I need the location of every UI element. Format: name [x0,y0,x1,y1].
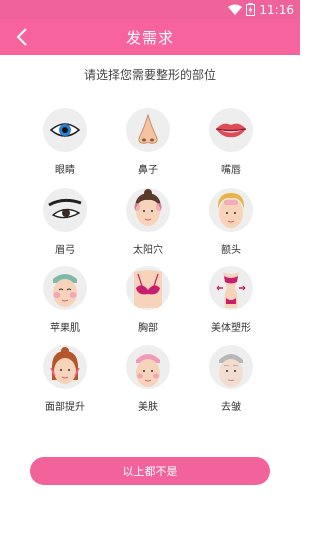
forehead-icon [209,188,253,232]
part-nose[interactable]: 鼻子 [113,108,183,176]
eyebrow-icon [43,188,87,232]
temple-icon [126,188,170,232]
part-lips[interactable]: 嘴唇 [196,108,266,176]
body-shaping-icon [209,266,253,310]
part-temple[interactable]: 太阳穴 [113,188,183,256]
chest-icon [126,266,170,310]
part-label: 苹果肌 [50,323,80,334]
lips-icon [209,108,253,152]
cheek-icon [43,266,87,310]
part-chest[interactable]: 胸部 [113,266,183,334]
part-label: 眉弓 [55,245,75,256]
part-skin-care[interactable]: 美肤 [113,345,183,413]
part-label: 鼻子 [138,165,158,176]
wrinkle-removal-icon [209,345,253,389]
part-label: 美体塑形 [211,323,251,334]
nose-icon [126,108,170,152]
skin-care-icon [126,345,170,389]
part-label: 眼睛 [55,165,75,176]
face-lift-icon [43,345,87,389]
part-label: 面部提升 [45,402,85,413]
part-label: 去皱 [221,402,241,413]
none-of-above-button[interactable]: 以上都不是 [30,457,270,485]
part-label: 太阳穴 [133,245,163,256]
part-wrinkle-removal[interactable]: 去皱 [196,345,266,413]
part-label: 胸部 [138,323,158,334]
part-body-shaping[interactable]: 美体塑形 [196,266,266,334]
part-apple-cheeks[interactable]: 苹果肌 [30,266,100,334]
eye-icon [43,108,87,152]
part-label: 嘴唇 [221,165,241,176]
body-part-grid: 眼睛 鼻子 嘴唇 眉弓 太阳穴 额头 苹果肌 胸部 美体塑形 面部提升 美肤 去… [0,0,300,534]
part-forehead[interactable]: 额头 [196,188,266,256]
part-brow-bone[interactable]: 眉弓 [30,188,100,256]
part-label: 美肤 [138,402,158,413]
part-eyes[interactable]: 眼睛 [30,108,100,176]
part-face-lift[interactable]: 面部提升 [30,345,100,413]
part-label: 额头 [221,245,241,256]
